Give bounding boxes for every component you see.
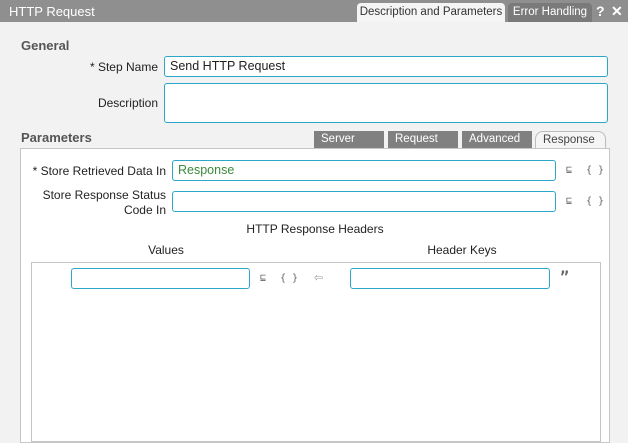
description-label: Description	[97, 96, 158, 110]
quote-icon[interactable]: ”	[560, 268, 569, 286]
braces-icon[interactable]: { }	[586, 196, 604, 207]
headers-table	[31, 262, 601, 442]
window-title: HTTP Request	[9, 4, 95, 19]
tab-server[interactable]: Server	[314, 131, 384, 148]
arrow-left-icon: ⇦	[314, 268, 324, 286]
general-heading: General	[21, 38, 70, 53]
header-value-input[interactable]	[71, 268, 250, 289]
tab-response[interactable]: Response	[535, 131, 606, 148]
tab-advanced[interactable]: Advanced	[462, 131, 532, 148]
braces-icon[interactable]: { }	[586, 165, 604, 176]
step-name-label: * Step Name	[89, 60, 158, 74]
header-key-input[interactable]	[350, 268, 550, 289]
values-column-header: Values	[148, 243, 184, 257]
braces-icon[interactable]: { }	[280, 273, 298, 284]
headers-title: HTTP Response Headers	[246, 222, 384, 236]
help-icon[interactable]: ?	[596, 3, 605, 19]
variable-picker-icon[interactable]: ⊑	[566, 165, 572, 176]
store-data-label: * Store Retrieved Data In	[32, 164, 166, 178]
store-data-input[interactable]: Response	[172, 160, 556, 181]
variable-picker-icon[interactable]: ⊑	[566, 196, 572, 207]
parameters-heading: Parameters	[21, 130, 92, 145]
store-status-label-line2: Code In	[123, 203, 166, 217]
tab-description-and-parameters[interactable]: Description and Parameters	[357, 3, 505, 22]
step-name-input[interactable]: Send HTTP Request	[164, 56, 608, 77]
close-icon[interactable]: ✕	[611, 3, 623, 20]
header-keys-column-header: Header Keys	[427, 243, 497, 257]
store-status-input[interactable]	[172, 191, 556, 212]
description-input[interactable]	[164, 83, 608, 123]
tab-error-handling[interactable]: Error Handling	[508, 3, 592, 22]
title-bar: HTTP Request Description and Parameters …	[0, 0, 628, 22]
tab-request[interactable]: Request	[388, 131, 458, 148]
variable-picker-icon[interactable]: ⊑	[260, 273, 266, 284]
store-status-label-line1: Store Response Status	[42, 188, 166, 202]
